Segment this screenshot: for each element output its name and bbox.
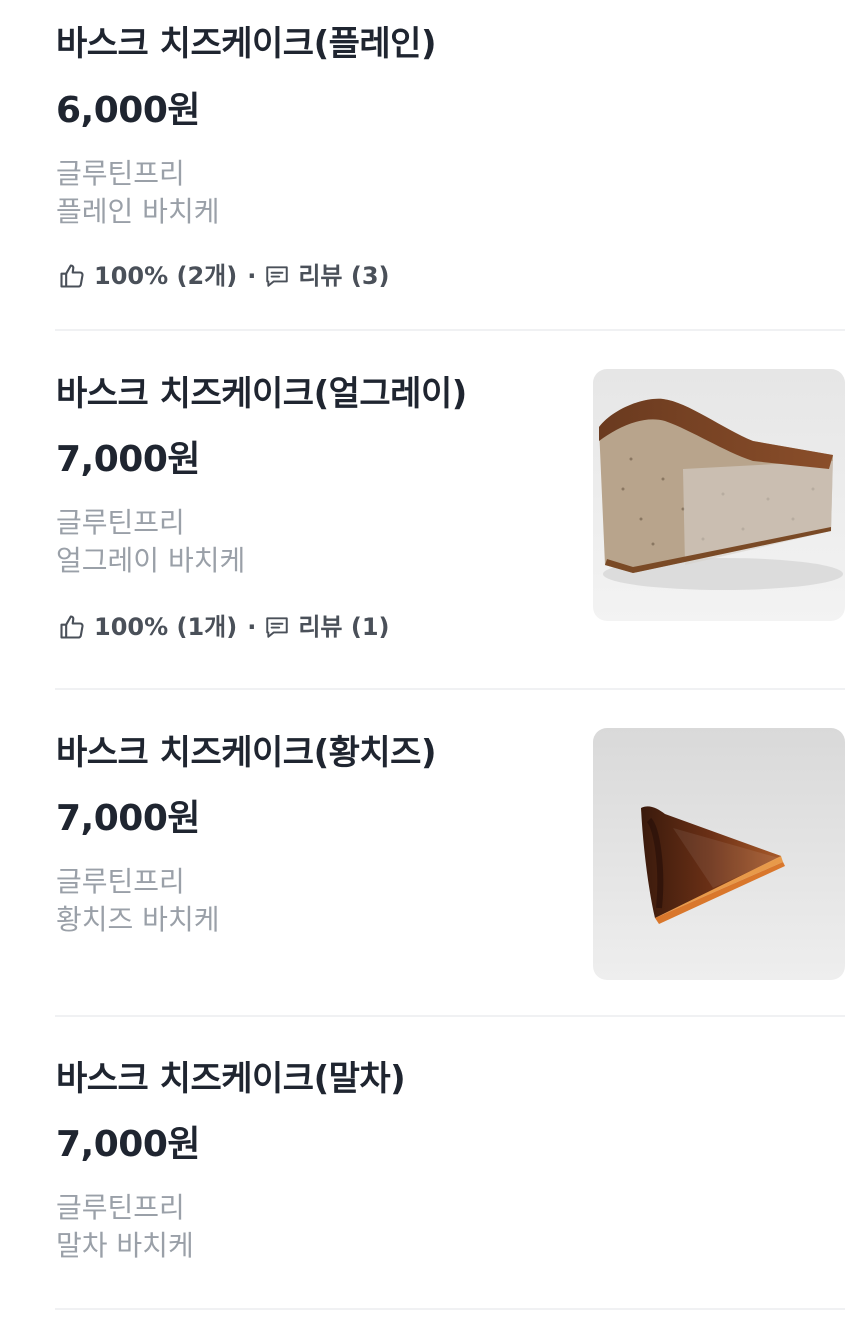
earl-grey-cheesecake-image[interactable] xyxy=(593,369,845,621)
item-description: 글루틴프리 말차 바치케 xyxy=(56,1189,194,1265)
item-title: 바스크 치즈케이크(황치즈) xyxy=(56,733,437,773)
item-desc-text: 말차 바치케 xyxy=(56,1229,194,1262)
item-desc-text: 플레인 바치케 xyxy=(56,195,220,228)
item-description: 글루틴프리 플레인 바치케 xyxy=(56,155,219,231)
menu-item-earl-grey[interactable]: 바스크 치즈케이크(얼그레이) 7,000원 글루틴프리 얼그레이 바치케 10… xyxy=(0,331,863,690)
item-description: 글루틴프리 얼그레이 바치케 xyxy=(56,504,245,580)
rating-text: 100% (1개) xyxy=(94,613,238,641)
item-price: 6,000원 xyxy=(56,90,201,131)
thumbs-up-icon xyxy=(58,262,86,290)
item-desc-text: 얼그레이 바치케 xyxy=(56,544,246,577)
item-price: 7,000원 xyxy=(56,439,201,480)
item-price: 7,000원 xyxy=(56,798,201,839)
menu-item-yellow-cheese[interactable]: 바스크 치즈케이크(황치즈) 7,000원 글루틴프리 황치즈 바치케 xyxy=(0,690,863,1017)
separator-dot: · xyxy=(247,613,257,641)
divider xyxy=(55,1308,845,1310)
item-desc-text: 황치즈 바치케 xyxy=(56,903,220,936)
item-price: 7,000원 xyxy=(56,1124,201,1165)
item-meta: 100% (1개) · 리뷰 (1) xyxy=(58,612,390,642)
item-tag: 글루틴프리 xyxy=(56,865,185,898)
item-tag: 글루틴프리 xyxy=(56,157,185,190)
item-title: 바스크 치즈케이크(플레인) xyxy=(56,24,437,64)
rating-text: 100% (2개) xyxy=(94,262,238,290)
item-meta: 100% (2개) · 리뷰 (3) xyxy=(58,261,390,291)
separator-dot: · xyxy=(247,262,257,290)
speech-bubble-icon xyxy=(264,263,290,289)
yellow-cheese-cheesecake-image[interactable] xyxy=(593,728,845,980)
item-tag: 글루틴프리 xyxy=(56,506,185,539)
thumbs-up-icon xyxy=(58,613,86,641)
menu-list: 바스크 치즈케이크(플레인) 6,000원 글루틴프리 플레인 바치케 100%… xyxy=(0,0,863,1319)
review-text: 리뷰 (3) xyxy=(298,262,390,290)
item-tag: 글루틴프리 xyxy=(56,1191,185,1224)
item-description: 글루틴프리 황치즈 바치케 xyxy=(56,863,219,939)
menu-item-plain[interactable]: 바스크 치즈케이크(플레인) 6,000원 글루틴프리 플레인 바치케 100%… xyxy=(0,0,863,331)
menu-item-matcha[interactable]: 바스크 치즈케이크(말차) 7,000원 글루틴프리 말차 바치케 xyxy=(0,1017,863,1319)
item-title: 바스크 치즈케이크(얼그레이) xyxy=(56,374,467,414)
speech-bubble-icon xyxy=(264,614,290,640)
item-title: 바스크 치즈케이크(말차) xyxy=(56,1059,406,1099)
review-text: 리뷰 (1) xyxy=(298,613,390,641)
